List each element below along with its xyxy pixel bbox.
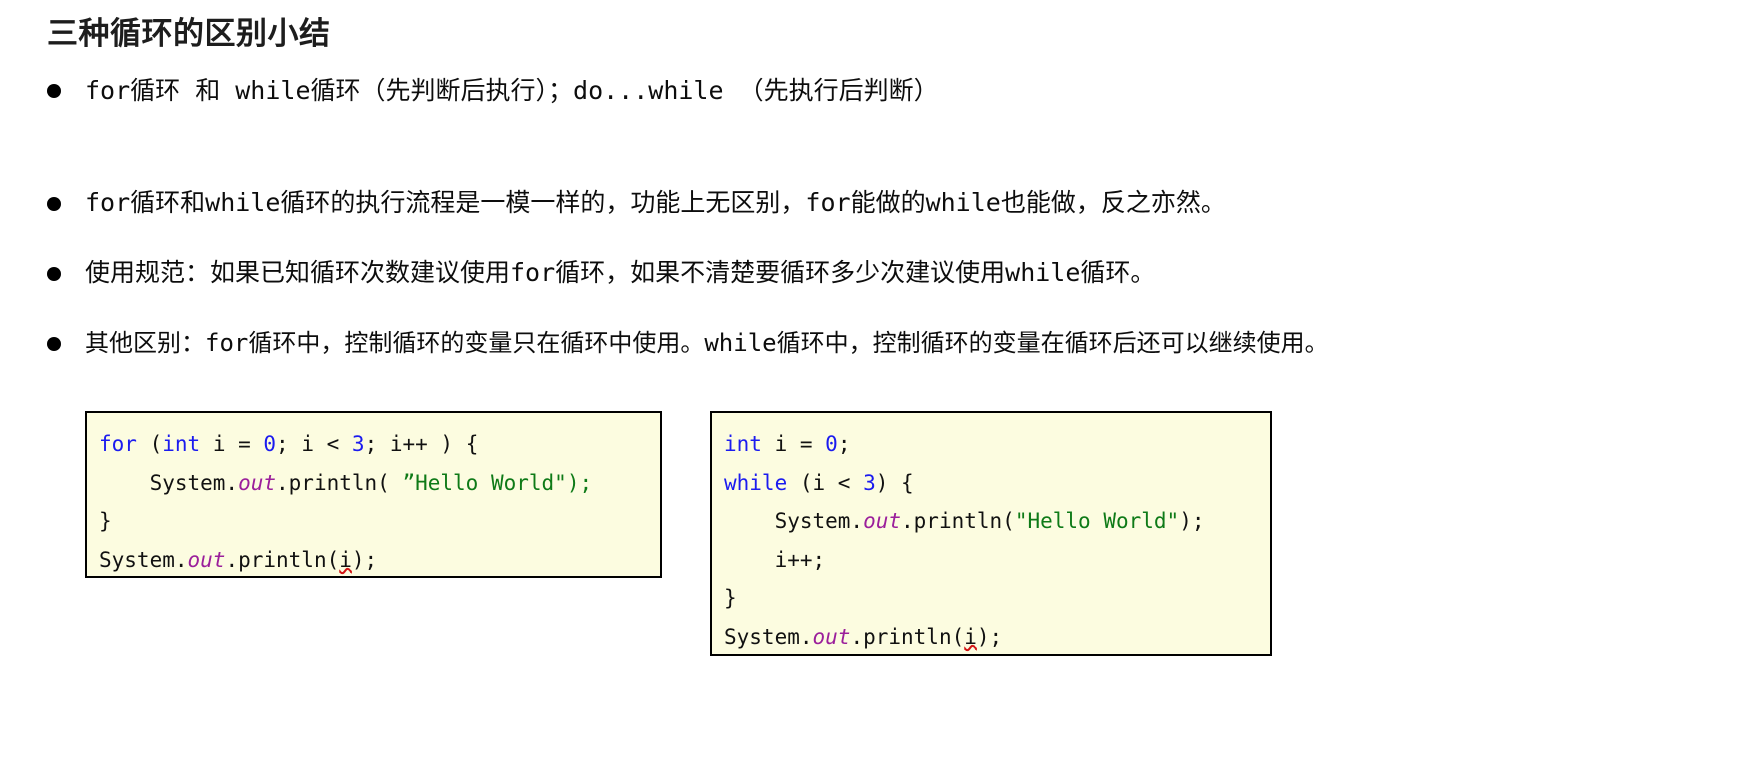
bullet-list: for循环 和 while循环（先判断后执行）；do...while （先执行后…: [47, 74, 1757, 360]
code-token-plain: ; i <: [276, 432, 352, 456]
code-line: int i = 0;: [724, 425, 1254, 464]
code-token-plain: .println(: [276, 470, 403, 495]
code-token-field: out: [238, 470, 277, 495]
code-token-num: 0: [825, 432, 838, 456]
code-token-plain: }: [99, 509, 112, 533]
code-token-plain: System.: [99, 547, 188, 572]
code-line: System.out.println(i);: [99, 541, 644, 580]
code-line: System.out.println( ”Hello World");: [99, 464, 644, 503]
code-token-num: 3: [351, 432, 365, 456]
code-line: }: [99, 502, 644, 541]
code-token-plain: System.: [724, 624, 813, 649]
code-token-plain: .println(: [225, 547, 340, 572]
code-token-plain: ) {: [875, 470, 914, 495]
list-item-label: for循环 和 while循环（先判断后执行）；do...while （先执行后…: [85, 76, 939, 105]
code-token-field: out: [812, 624, 851, 649]
slide-canvas: 三种循环的区别小结 for循环 和 while循环（先判断后执行）；do...w…: [0, 0, 1761, 777]
code-token-str: ”Hello World");: [402, 470, 593, 495]
code-token-str: "Hello World": [1014, 509, 1180, 533]
code-line: System.out.println("Hello World");: [724, 502, 1254, 541]
code-token-field: out: [187, 547, 226, 572]
code-token-kw: int: [724, 432, 762, 456]
code-token-plain: System.: [99, 470, 239, 495]
code-line: System.out.println(i);: [724, 618, 1254, 657]
list-item: for循环 和 while循环（先判断后执行）；do...while （先执行后…: [47, 74, 1757, 108]
code-token-plain: .println(: [850, 624, 965, 649]
code-token-err: i: [964, 624, 977, 649]
code-token-err: i: [339, 547, 352, 572]
code-token-plain: i =: [200, 432, 264, 456]
bullet-circle-icon: [47, 197, 61, 211]
code-token-plain: );: [351, 547, 378, 572]
bullet-circle-icon: [47, 337, 61, 351]
code-token-plain: System.: [724, 509, 864, 533]
code-line: i++;: [724, 541, 1254, 580]
list-item: 使用规范：如果已知循环次数建议使用for循环，如果不清楚要循环多少次建议使用wh…: [47, 256, 1757, 290]
list-item: 其他区别：for循环中，控制循环的变量只在循环中使用。while循环中，控制循环…: [47, 326, 1757, 360]
list-item: for循环和while循环的执行流程是一模一样的，功能上无区别，for能做的wh…: [47, 186, 1757, 220]
code-token-plain: (i <: [787, 470, 864, 495]
code-line: while (i < 3) {: [724, 464, 1254, 503]
code-block-for-loop: for (int i = 0; i < 3; i++ ) { System.ou…: [85, 411, 662, 578]
code-token-plain: ; i++ ) {: [364, 432, 479, 456]
code-token-plain: ;: [837, 432, 851, 456]
list-item-label: for循环和while循环的执行流程是一模一样的，功能上无区别，for能做的wh…: [85, 188, 1226, 217]
code-token-plain: );: [1179, 509, 1205, 533]
code-token-plain: i++;: [724, 547, 826, 572]
code-token-field: out: [863, 509, 902, 533]
code-token-plain: }: [724, 586, 737, 610]
code-token-num: 0: [263, 432, 277, 456]
code-token-plain: );: [976, 624, 1003, 649]
code-line: }: [724, 579, 1254, 618]
code-token-plain: (: [136, 432, 163, 456]
bullet-circle-icon: [47, 84, 61, 98]
page-title: 三种循环的区别小结: [47, 16, 331, 52]
code-token-kw: for: [99, 432, 137, 456]
list-item-label: 其他区别：for循环中，控制循环的变量只在循环中使用。while循环中，控制循环…: [85, 329, 1329, 357]
code-token-plain: .println(: [901, 509, 1015, 533]
code-token-kw: while: [724, 470, 788, 495]
list-item-label: 使用规范：如果已知循环次数建议使用for循环，如果不清楚要循环多少次建议使用wh…: [85, 258, 1156, 287]
code-token-num: 3: [863, 470, 876, 495]
code-block-while-loop: int i = 0; while (i < 3) { System.out.pri…: [710, 411, 1272, 656]
bullet-circle-icon: [47, 267, 61, 281]
code-token-kw: int: [162, 432, 201, 456]
code-token-plain: i =: [761, 432, 826, 456]
code-line: for (int i = 0; i < 3; i++ ) {: [99, 425, 644, 464]
